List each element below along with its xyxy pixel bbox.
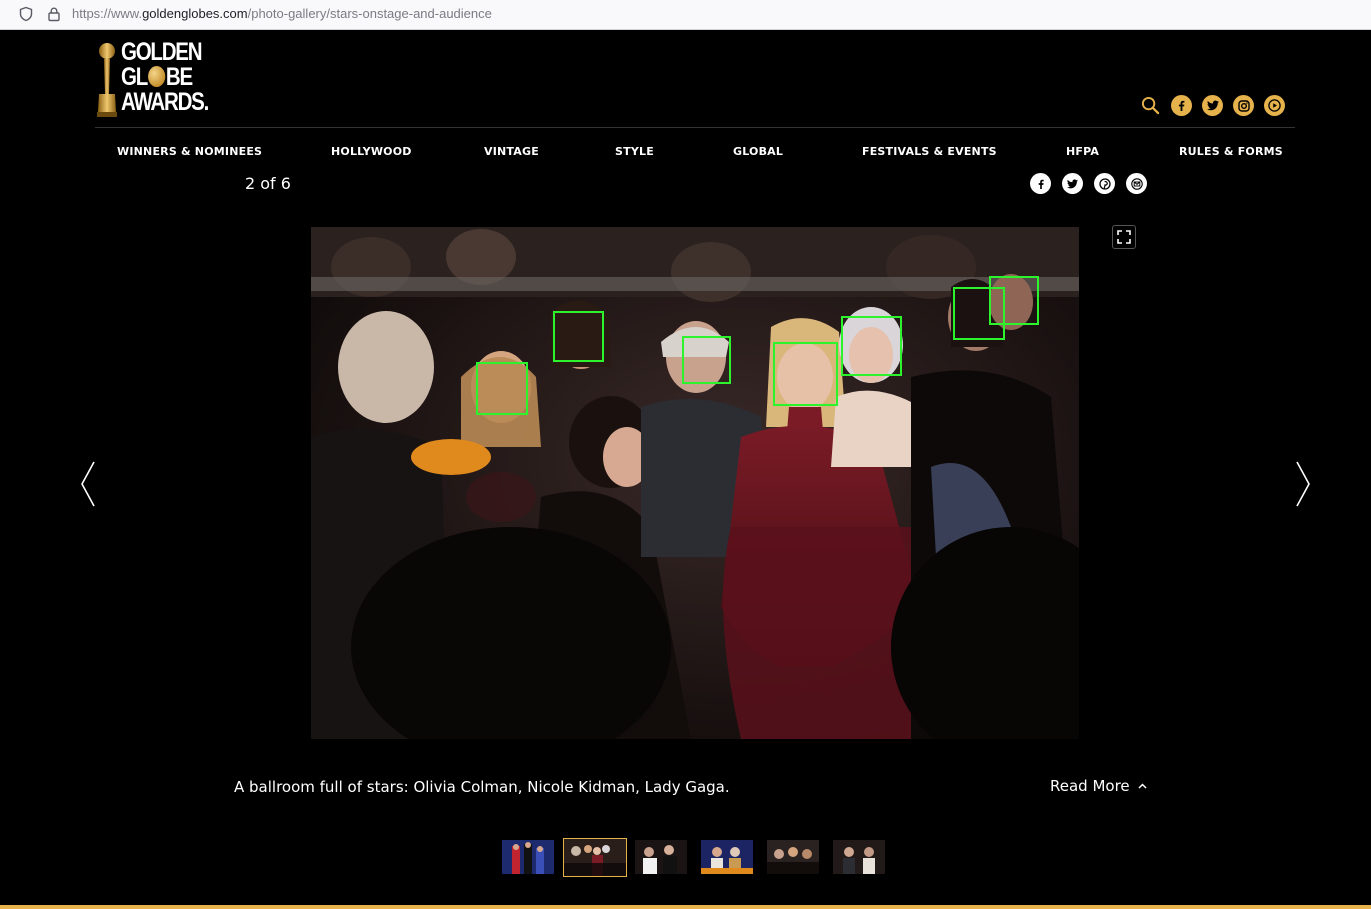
nav-style[interactable]: STYLE: [615, 145, 654, 158]
face-box: [682, 336, 731, 384]
face-box: [476, 362, 528, 415]
lock-icon[interactable]: [45, 5, 63, 23]
logo-line2b: BE: [165, 63, 193, 91]
browser-url-bar[interactable]: https://www.goldenglobes.com/photo-galle…: [0, 0, 1371, 30]
nav-festivals-events[interactable]: FESTIVALS & EVENTS: [862, 145, 997, 158]
nav-vintage[interactable]: VINTAGE: [484, 145, 539, 158]
next-arrow-icon[interactable]: [1293, 460, 1313, 508]
read-more-label: Read More: [1050, 777, 1130, 795]
facebook-icon[interactable]: [1030, 173, 1051, 194]
thumbnail-6[interactable]: [833, 840, 885, 874]
face-box: [773, 342, 838, 406]
chevron-up-icon: [1138, 783, 1147, 789]
nav-hfpa[interactable]: HFPA: [1066, 145, 1099, 158]
face-box: [841, 316, 902, 376]
twitter-icon[interactable]: [1062, 173, 1083, 194]
nav-global[interactable]: GLOBAL: [733, 145, 783, 158]
logo-line2a: GL: [121, 63, 148, 91]
nav-winners-nominees[interactable]: WINNERS & NOMINEES: [117, 145, 262, 158]
fullscreen-icon[interactable]: [1112, 225, 1136, 249]
thumbnail-1[interactable]: [502, 840, 554, 874]
logo-line3: AWARDS.: [121, 88, 209, 116]
email-icon[interactable]: [1126, 173, 1147, 194]
thumbnail-4[interactable]: [701, 840, 753, 874]
search-icon[interactable]: [1140, 95, 1161, 116]
url-path: /photo-gallery/stars-onstage-and-audienc…: [247, 6, 492, 21]
golden-globe-logo[interactable]: GOLDEN GL BE AWARDS.: [95, 38, 209, 118]
twitter-icon[interactable]: [1202, 95, 1223, 116]
youtube-icon[interactable]: [1264, 95, 1285, 116]
thumbnail-5[interactable]: [767, 840, 819, 874]
logo-wordmark: GOLDEN GL BE AWARDS.: [121, 38, 209, 116]
url-host: goldenglobes.com: [142, 6, 248, 21]
url-text[interactable]: https://www.goldenglobes.com/photo-galle…: [72, 6, 492, 21]
main-nav: WINNERS & NOMINEES HOLLYWOOD VINTAGE STY…: [0, 145, 1371, 161]
header-divider: [95, 127, 1295, 128]
thumbnail-3[interactable]: [635, 840, 687, 874]
face-box: [553, 311, 604, 362]
gallery-photo[interactable]: [311, 227, 1079, 739]
face-box: [989, 276, 1039, 325]
shield-icon[interactable]: [17, 5, 35, 23]
facebook-icon[interactable]: [1171, 95, 1192, 116]
photo-caption: A ballroom full of stars: Olivia Colman,…: [234, 778, 730, 796]
bottom-accent-bar: [0, 905, 1371, 909]
thumbnail-2[interactable]: [563, 838, 627, 877]
gallery-counter: 2 of 6: [245, 174, 291, 193]
instagram-icon[interactable]: [1233, 95, 1254, 116]
nav-rules-forms[interactable]: RULES & FORMS: [1179, 145, 1283, 158]
nav-hollywood[interactable]: HOLLYWOOD: [331, 145, 412, 158]
globe-o-icon: [147, 66, 166, 87]
logo-line1: GOLDEN: [121, 38, 203, 66]
url-prefix: https://www.: [72, 6, 143, 21]
header-social-icons: [1140, 95, 1285, 116]
read-more-button[interactable]: Read More: [1050, 777, 1147, 795]
share-icons: [1030, 173, 1147, 194]
pinterest-icon[interactable]: [1094, 173, 1115, 194]
previous-arrow-icon[interactable]: [78, 460, 98, 508]
golden-globe-statue-icon: [97, 43, 117, 117]
